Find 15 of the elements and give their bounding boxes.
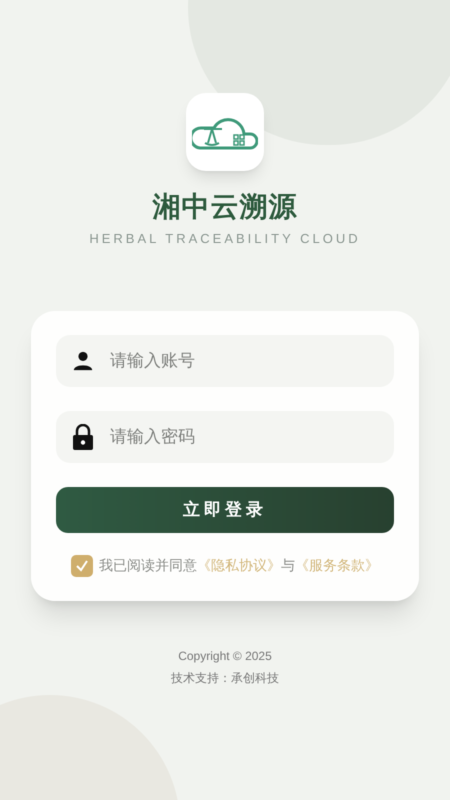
person-icon bbox=[72, 350, 94, 372]
privacy-link[interactable]: 《隐私协议》 bbox=[197, 555, 281, 576]
terms-link[interactable]: 《服务条款》 bbox=[295, 555, 379, 576]
support-text: 技术支持：承创科技 bbox=[171, 670, 279, 686]
agreement-checkbox[interactable] bbox=[71, 554, 93, 576]
check-icon bbox=[75, 558, 89, 572]
app-title: 湘中云溯源 bbox=[152, 190, 298, 224]
copyright-text: Copyright © 2025 bbox=[178, 648, 272, 664]
app-subtitle: HERBAL TRACEABILITY CLOUD bbox=[89, 230, 361, 248]
input-field[interactable]: 请输入密码 bbox=[56, 410, 394, 462]
agreement-text: 与 bbox=[281, 556, 295, 575]
input-field[interactable]: 请输入账号 bbox=[56, 334, 394, 386]
login-button[interactable]: 立即登录 bbox=[56, 486, 394, 532]
agreement-text: 我已阅读并同意 bbox=[99, 556, 197, 575]
lock-icon bbox=[72, 424, 94, 450]
